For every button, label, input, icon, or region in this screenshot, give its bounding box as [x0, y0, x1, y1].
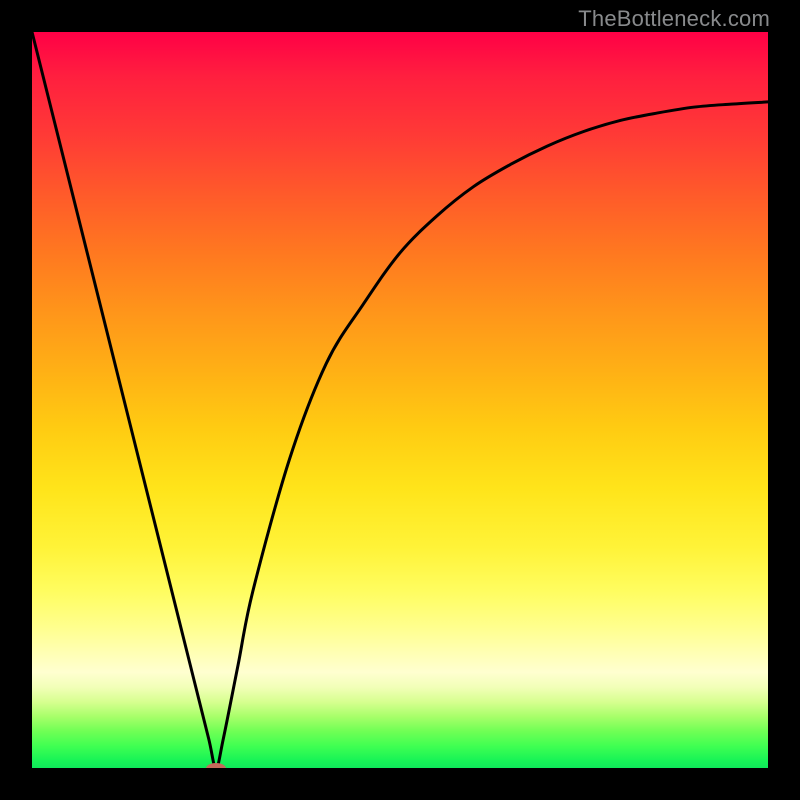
bottleneck-curve — [32, 32, 768, 768]
attribution-text: TheBottleneck.com — [578, 6, 770, 32]
plot-area — [32, 32, 768, 768]
chart-frame: TheBottleneck.com — [0, 0, 800, 800]
